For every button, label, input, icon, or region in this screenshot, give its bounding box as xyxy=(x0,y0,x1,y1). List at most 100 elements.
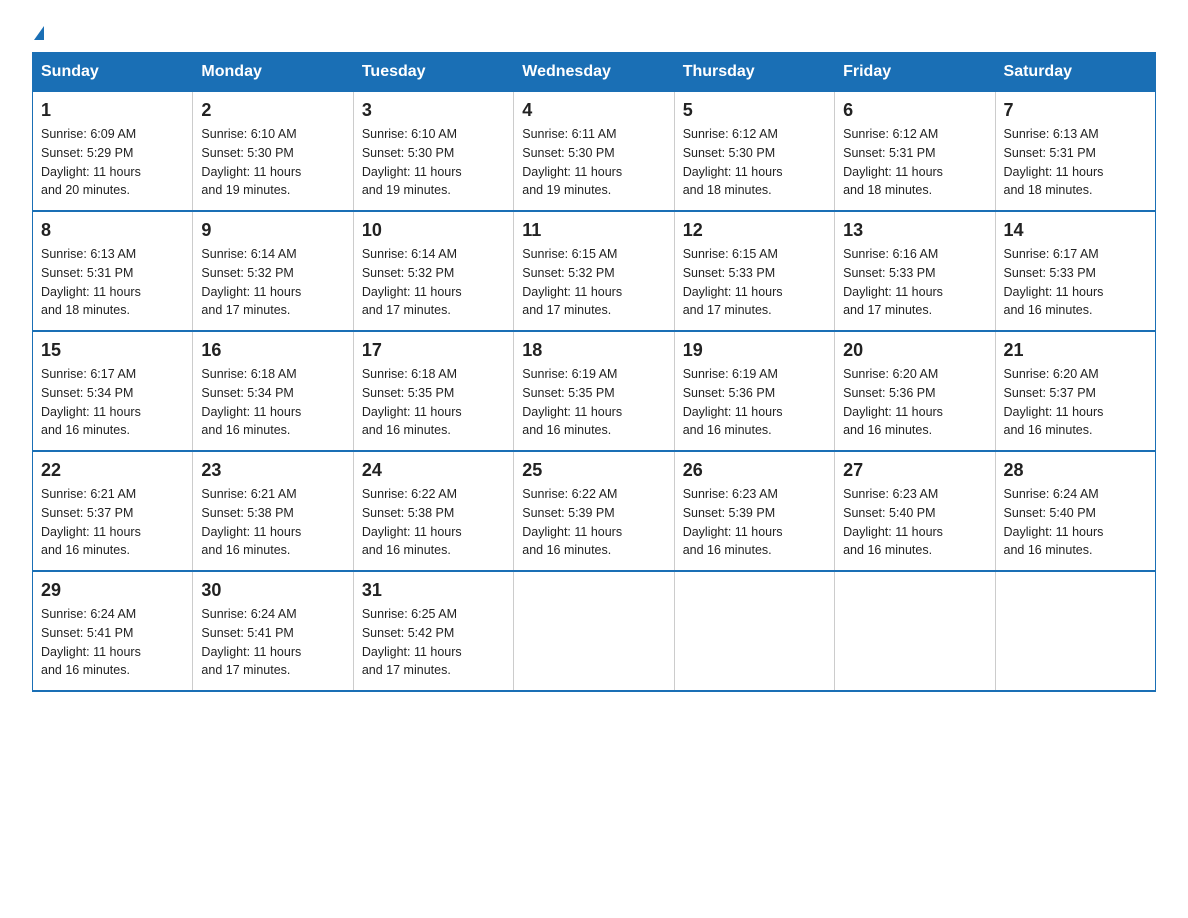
week-row-2: 8 Sunrise: 6:13 AMSunset: 5:31 PMDaylight… xyxy=(33,211,1156,331)
logo-text xyxy=(32,24,44,40)
day-number: 13 xyxy=(843,220,986,241)
day-number: 16 xyxy=(201,340,344,361)
week-row-5: 29 Sunrise: 6:24 AMSunset: 5:41 PMDayligh… xyxy=(33,571,1156,691)
day-info: Sunrise: 6:20 AMSunset: 5:36 PMDaylight:… xyxy=(843,365,986,440)
day-number: 3 xyxy=(362,100,505,121)
day-number: 28 xyxy=(1004,460,1147,481)
calendar-cell xyxy=(674,571,834,691)
day-info: Sunrise: 6:15 AMSunset: 5:33 PMDaylight:… xyxy=(683,245,826,320)
day-info: Sunrise: 6:24 AMSunset: 5:41 PMDaylight:… xyxy=(41,605,184,680)
calendar-cell: 8 Sunrise: 6:13 AMSunset: 5:31 PMDaylight… xyxy=(33,211,193,331)
day-info: Sunrise: 6:18 AMSunset: 5:34 PMDaylight:… xyxy=(201,365,344,440)
day-number: 20 xyxy=(843,340,986,361)
calendar-cell: 26 Sunrise: 6:23 AMSunset: 5:39 PMDayligh… xyxy=(674,451,834,571)
calendar-cell: 14Sunrise: 6:17 AMSunset: 5:33 PMDayligh… xyxy=(995,211,1155,331)
day-number: 6 xyxy=(843,100,986,121)
calendar-cell: 2 Sunrise: 6:10 AMSunset: 5:30 PMDaylight… xyxy=(193,92,353,212)
day-number: 10 xyxy=(362,220,505,241)
day-number: 23 xyxy=(201,460,344,481)
day-info: Sunrise: 6:12 AMSunset: 5:30 PMDaylight:… xyxy=(683,125,826,200)
day-number: 5 xyxy=(683,100,826,121)
day-number: 22 xyxy=(41,460,184,481)
day-info: Sunrise: 6:19 AMSunset: 5:35 PMDaylight:… xyxy=(522,365,665,440)
calendar-cell xyxy=(995,571,1155,691)
logo-triangle-icon xyxy=(34,26,44,40)
calendar-cell: 16 Sunrise: 6:18 AMSunset: 5:34 PMDayligh… xyxy=(193,331,353,451)
week-row-4: 22Sunrise: 6:21 AMSunset: 5:37 PMDayligh… xyxy=(33,451,1156,571)
day-number: 14 xyxy=(1004,220,1147,241)
day-number: 1 xyxy=(41,100,184,121)
calendar-cell: 15 Sunrise: 6:17 AMSunset: 5:34 PMDayligh… xyxy=(33,331,193,451)
day-info: Sunrise: 6:24 AMSunset: 5:41 PMDaylight:… xyxy=(201,605,344,680)
header-day-friday: Friday xyxy=(835,53,995,92)
day-info: Sunrise: 6:11 AMSunset: 5:30 PMDaylight:… xyxy=(522,125,665,200)
week-row-3: 15 Sunrise: 6:17 AMSunset: 5:34 PMDayligh… xyxy=(33,331,1156,451)
day-info: Sunrise: 6:23 AMSunset: 5:39 PMDaylight:… xyxy=(683,485,826,560)
day-info: Sunrise: 6:09 AMSunset: 5:29 PMDaylight:… xyxy=(41,125,184,200)
calendar-body: 1 Sunrise: 6:09 AMSunset: 5:29 PMDaylight… xyxy=(33,92,1156,692)
header-row: SundayMondayTuesdayWednesdayThursdayFrid… xyxy=(33,53,1156,92)
calendar-cell: 19 Sunrise: 6:19 AMSunset: 5:36 PMDayligh… xyxy=(674,331,834,451)
calendar-cell: 5 Sunrise: 6:12 AMSunset: 5:30 PMDaylight… xyxy=(674,92,834,212)
calendar-cell: 22Sunrise: 6:21 AMSunset: 5:37 PMDayligh… xyxy=(33,451,193,571)
day-number: 31 xyxy=(362,580,505,601)
day-info: Sunrise: 6:10 AMSunset: 5:30 PMDaylight:… xyxy=(201,125,344,200)
calendar-cell: 25 Sunrise: 6:22 AMSunset: 5:39 PMDayligh… xyxy=(514,451,674,571)
day-number: 15 xyxy=(41,340,184,361)
day-number: 17 xyxy=(362,340,505,361)
day-number: 2 xyxy=(201,100,344,121)
day-number: 30 xyxy=(201,580,344,601)
day-number: 24 xyxy=(362,460,505,481)
calendar-cell: 1 Sunrise: 6:09 AMSunset: 5:29 PMDaylight… xyxy=(33,92,193,212)
calendar-cell: 28 Sunrise: 6:24 AMSunset: 5:40 PMDayligh… xyxy=(995,451,1155,571)
day-number: 18 xyxy=(522,340,665,361)
calendar-cell: 9Sunrise: 6:14 AMSunset: 5:32 PMDaylight… xyxy=(193,211,353,331)
calendar-cell xyxy=(514,571,674,691)
logo xyxy=(32,24,44,36)
calendar-cell: 21Sunrise: 6:20 AMSunset: 5:37 PMDayligh… xyxy=(995,331,1155,451)
calendar-cell: 31Sunrise: 6:25 AMSunset: 5:42 PMDayligh… xyxy=(353,571,513,691)
calendar-cell: 18 Sunrise: 6:19 AMSunset: 5:35 PMDayligh… xyxy=(514,331,674,451)
day-number: 26 xyxy=(683,460,826,481)
day-info: Sunrise: 6:16 AMSunset: 5:33 PMDaylight:… xyxy=(843,245,986,320)
day-info: Sunrise: 6:17 AMSunset: 5:34 PMDaylight:… xyxy=(41,365,184,440)
calendar-cell: 11 Sunrise: 6:15 AMSunset: 5:32 PMDayligh… xyxy=(514,211,674,331)
calendar-cell: 29 Sunrise: 6:24 AMSunset: 5:41 PMDayligh… xyxy=(33,571,193,691)
calendar-cell: 24 Sunrise: 6:22 AMSunset: 5:38 PMDayligh… xyxy=(353,451,513,571)
calendar-table: SundayMondayTuesdayWednesdayThursdayFrid… xyxy=(32,52,1156,692)
calendar-cell: 6Sunrise: 6:12 AMSunset: 5:31 PMDaylight… xyxy=(835,92,995,212)
day-number: 9 xyxy=(201,220,344,241)
page-header xyxy=(32,24,1156,36)
calendar-cell: 10 Sunrise: 6:14 AMSunset: 5:32 PMDayligh… xyxy=(353,211,513,331)
day-number: 19 xyxy=(683,340,826,361)
calendar-cell: 7Sunrise: 6:13 AMSunset: 5:31 PMDaylight… xyxy=(995,92,1155,212)
day-info: Sunrise: 6:19 AMSunset: 5:36 PMDaylight:… xyxy=(683,365,826,440)
day-info: Sunrise: 6:18 AMSunset: 5:35 PMDaylight:… xyxy=(362,365,505,440)
day-number: 12 xyxy=(683,220,826,241)
day-number: 21 xyxy=(1004,340,1147,361)
header-day-saturday: Saturday xyxy=(995,53,1155,92)
day-info: Sunrise: 6:22 AMSunset: 5:38 PMDaylight:… xyxy=(362,485,505,560)
day-number: 8 xyxy=(41,220,184,241)
day-info: Sunrise: 6:13 AMSunset: 5:31 PMDaylight:… xyxy=(1004,125,1147,200)
week-row-1: 1 Sunrise: 6:09 AMSunset: 5:29 PMDaylight… xyxy=(33,92,1156,212)
day-number: 29 xyxy=(41,580,184,601)
calendar-cell: 20 Sunrise: 6:20 AMSunset: 5:36 PMDayligh… xyxy=(835,331,995,451)
calendar-header: SundayMondayTuesdayWednesdayThursdayFrid… xyxy=(33,53,1156,92)
day-info: Sunrise: 6:22 AMSunset: 5:39 PMDaylight:… xyxy=(522,485,665,560)
calendar-cell: 4 Sunrise: 6:11 AMSunset: 5:30 PMDaylight… xyxy=(514,92,674,212)
header-day-wednesday: Wednesday xyxy=(514,53,674,92)
header-day-monday: Monday xyxy=(193,53,353,92)
day-number: 11 xyxy=(522,220,665,241)
header-day-thursday: Thursday xyxy=(674,53,834,92)
day-info: Sunrise: 6:13 AMSunset: 5:31 PMDaylight:… xyxy=(41,245,184,320)
calendar-cell: 3Sunrise: 6:10 AMSunset: 5:30 PMDaylight… xyxy=(353,92,513,212)
calendar-cell: 17 Sunrise: 6:18 AMSunset: 5:35 PMDayligh… xyxy=(353,331,513,451)
day-info: Sunrise: 6:24 AMSunset: 5:40 PMDaylight:… xyxy=(1004,485,1147,560)
day-info: Sunrise: 6:15 AMSunset: 5:32 PMDaylight:… xyxy=(522,245,665,320)
day-info: Sunrise: 6:14 AMSunset: 5:32 PMDaylight:… xyxy=(362,245,505,320)
day-info: Sunrise: 6:21 AMSunset: 5:38 PMDaylight:… xyxy=(201,485,344,560)
day-number: 25 xyxy=(522,460,665,481)
day-number: 4 xyxy=(522,100,665,121)
day-info: Sunrise: 6:23 AMSunset: 5:40 PMDaylight:… xyxy=(843,485,986,560)
